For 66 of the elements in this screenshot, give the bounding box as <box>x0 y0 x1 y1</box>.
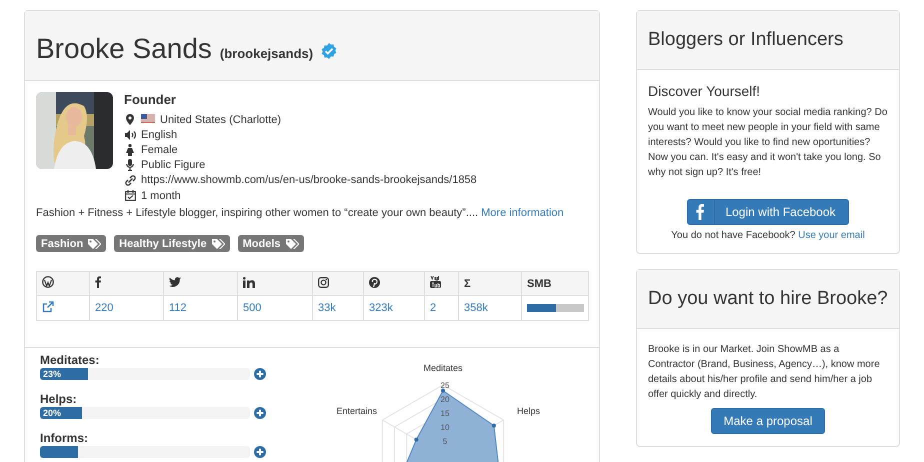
detail-text: English <box>141 128 178 141</box>
detail-text: Female <box>141 144 178 156</box>
follower-count[interactable]: 112 <box>169 302 187 314</box>
more-information-link[interactable]: More information <box>481 207 564 220</box>
detail-text: 1 month <box>141 190 181 202</box>
card-title: Bloggers or Influencers <box>637 11 899 70</box>
follower-count[interactable]: 500 <box>243 302 262 314</box>
detail-text: United States (Charlotte) <box>160 114 282 126</box>
tag-icon <box>286 238 298 249</box>
pinterest-icon <box>369 276 380 288</box>
follower-count[interactable]: 33k <box>318 302 336 314</box>
bio-text: Fashion + Fitness + Lifestyle blogger, inspiring other women to “create your own beauty”.... More information <box>36 207 565 220</box>
job-title: Founder <box>124 92 177 107</box>
axis-label: Meditates <box>423 363 463 374</box>
female-icon <box>126 144 134 156</box>
instagram-icon <box>318 276 329 288</box>
percent-label: 20% <box>43 408 62 418</box>
youtube-icon <box>430 276 441 288</box>
tag-icon <box>212 238 225 249</box>
tick-label: 25 <box>440 381 450 390</box>
card-title: Do you want to hire Brooke? <box>637 270 899 329</box>
follower-count[interactable]: 358k <box>464 302 488 314</box>
axis-label: Entertains <box>336 406 377 416</box>
card-text: Would you like to know your social media ranking? Do you want to meet new people in your field with same interests? Would you like to find new oportunities? Now you can. It's easy and it won't take you long. So why not sign up? It's free! <box>648 106 888 180</box>
percent-label: 23% <box>43 369 62 380</box>
tag[interactable]: Models <box>238 235 304 252</box>
facebook-icon <box>696 204 704 220</box>
pin-icon <box>126 114 134 126</box>
follower-count[interactable]: 220 <box>95 302 114 314</box>
axis-label: Helps <box>517 406 540 416</box>
column-header: SMB <box>527 278 552 290</box>
column-header: Σ <box>464 278 471 290</box>
calendar-icon <box>124 190 136 202</box>
card-subtitle: Discover Yourself! <box>648 83 762 99</box>
tag-icon <box>88 238 102 249</box>
external-link-icon[interactable] <box>42 300 54 313</box>
trait-label: Informs: <box>40 431 89 446</box>
follower-count[interactable]: 2 <box>430 302 436 314</box>
username: (brookejsands) <box>220 46 314 61</box>
card-text: Brooke is in our Market. Join ShowMB as a Contractor (Brand, Business, Agency…), know more details about his/her profile and send him/her a job offer quickly and directly. <box>648 343 881 402</box>
trait-label: Helps: <box>40 392 78 406</box>
link-icon <box>124 174 136 186</box>
tick-label: 10 <box>440 423 450 432</box>
plus-icon[interactable] <box>254 368 266 380</box>
signup-note: You do not have Facebook? Use your email <box>670 230 866 241</box>
profile-url: https://www.showmb.com/us/en-us/brooke-sands-brookejsands/1858 <box>141 174 477 186</box>
proposal-button[interactable]: Make a proposal <box>710 408 826 434</box>
trait-label: Meditates: <box>40 353 100 368</box>
facebook-login-button[interactable]: Login with Facebook <box>687 199 849 225</box>
tag[interactable]: Fashion <box>36 235 106 252</box>
tick-label: 5 <box>442 437 448 446</box>
speaker-icon <box>124 130 136 140</box>
plus-icon[interactable] <box>254 407 266 420</box>
plus-icon[interactable] <box>254 446 266 458</box>
follower-count[interactable]: 323k <box>369 302 393 314</box>
bird-icon <box>169 277 181 288</box>
wordpress-icon <box>42 276 54 288</box>
linkedin-icon <box>243 276 255 288</box>
tick-label: 15 <box>440 409 450 418</box>
profile-name: Brooke Sands <box>36 33 212 65</box>
microphone-icon <box>126 159 134 172</box>
detail-text: Public Figure <box>141 159 206 172</box>
facebook-icon <box>95 276 101 288</box>
tick-label: 20 <box>440 395 450 404</box>
email-signup-link[interactable]: Use your email <box>798 230 865 241</box>
tag[interactable]: Healthy Lifestyle <box>114 235 230 252</box>
